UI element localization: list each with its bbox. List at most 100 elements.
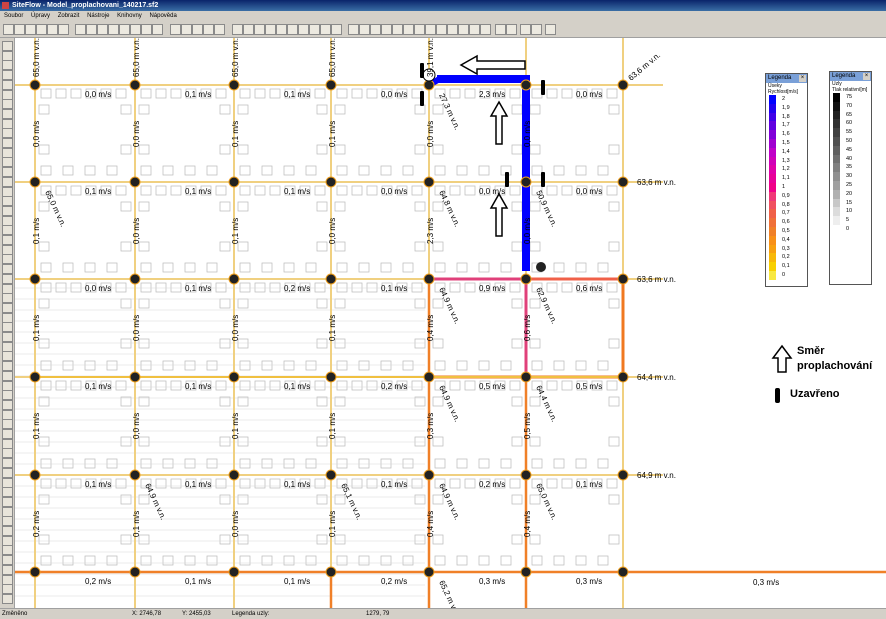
toolbar-tool-icon[interactable] [58, 24, 69, 35]
toolbar-tool-icon[interactable] [506, 24, 517, 35]
side-tool-icon[interactable] [2, 564, 13, 575]
side-tool-icon[interactable] [2, 89, 13, 100]
toolbar-tool-icon[interactable] [14, 24, 25, 35]
toolbar-tool-icon[interactable] [298, 24, 309, 35]
side-tool-icon[interactable] [2, 555, 13, 566]
side-tool-icon[interactable] [2, 118, 13, 129]
side-tool-icon[interactable] [2, 458, 13, 469]
toolbar-tool-icon[interactable] [152, 24, 163, 35]
toolbar-tool-icon[interactable] [403, 24, 414, 35]
toolbar-tool-icon[interactable] [531, 24, 542, 35]
toolbar-tool-icon[interactable] [381, 24, 392, 35]
side-tool-icon[interactable] [2, 79, 13, 90]
side-tool-icon[interactable] [2, 351, 13, 362]
toolbar-tool-icon[interactable] [545, 24, 556, 35]
toolbar-tool-icon[interactable] [392, 24, 403, 35]
toolbar-tool-icon[interactable] [520, 24, 531, 35]
toolbar-tool-icon[interactable] [243, 24, 254, 35]
toolbar-tool-icon[interactable] [276, 24, 287, 35]
side-tool-icon[interactable] [2, 147, 13, 158]
side-tool-icon[interactable] [2, 205, 13, 216]
toolbar-tool-icon[interactable] [97, 24, 108, 35]
toolbar-tool-icon[interactable] [47, 24, 58, 35]
side-tool-icon[interactable] [2, 409, 13, 420]
side-tool-icon[interactable] [2, 487, 13, 498]
toolbar-tool-icon[interactable] [265, 24, 276, 35]
side-tool-icon[interactable] [2, 380, 13, 391]
toolbar-tool-icon[interactable] [108, 24, 119, 35]
toolbar-tool-icon[interactable] [130, 24, 141, 35]
side-tool-icon[interactable] [2, 535, 13, 546]
menu-upravy[interactable]: Úpravy [31, 13, 50, 19]
toolbar-tool-icon[interactable] [86, 24, 97, 35]
toolbar-tool-icon[interactable] [469, 24, 480, 35]
toolbar-tool-icon[interactable] [170, 24, 181, 35]
side-tool-icon[interactable] [2, 41, 13, 51]
side-tool-icon[interactable] [2, 574, 13, 585]
menu-zobrazit[interactable]: Zobrazit [58, 13, 80, 19]
side-tool-icon[interactable] [2, 506, 13, 517]
side-tool-icon[interactable] [2, 312, 13, 323]
side-tool-icon[interactable] [2, 196, 13, 207]
network-canvas[interactable]: 0,0 m/s 0,1 m/s 0,1 m/s 0,0 m/s 2,3 m/s 0,0 m… [15, 38, 886, 608]
side-tool-icon[interactable] [2, 176, 13, 187]
toolbar-tool-icon[interactable] [232, 24, 243, 35]
toolbar-tool-icon[interactable] [359, 24, 370, 35]
side-tool-icon[interactable] [2, 186, 13, 197]
toolbar-tool-icon[interactable] [348, 24, 359, 35]
side-tool-icon[interactable] [2, 370, 13, 381]
toolbar-tool-icon[interactable] [36, 24, 47, 35]
toolbar-tool-icon[interactable] [458, 24, 469, 35]
toolbar-tool-icon[interactable] [495, 24, 506, 35]
toolbar-tool-icon[interactable] [480, 24, 491, 35]
side-tool-icon[interactable] [2, 244, 13, 255]
toolbar-tool-icon[interactable] [3, 24, 14, 35]
side-tool-icon[interactable] [2, 273, 13, 284]
side-tool-icon[interactable] [2, 332, 13, 342]
toolbar-tool-icon[interactable] [141, 24, 152, 35]
side-tool-icon[interactable] [2, 545, 13, 556]
toolbar-tool-icon[interactable] [25, 24, 36, 35]
side-tool-icon[interactable] [2, 60, 13, 71]
side-tool-icon[interactable] [2, 264, 13, 275]
side-tool-icon[interactable] [2, 526, 13, 536]
close-icon[interactable]: × [863, 73, 870, 80]
side-tool-icon[interactable] [2, 108, 13, 119]
toolbar-tool-icon[interactable] [436, 24, 447, 35]
side-tool-icon[interactable] [2, 593, 13, 604]
menu-nastroje[interactable]: Nástroje [87, 13, 109, 19]
side-tool-icon[interactable] [2, 477, 13, 488]
toolbar-tool-icon[interactable] [192, 24, 203, 35]
toolbar-tool-icon[interactable] [119, 24, 130, 35]
close-icon[interactable]: × [799, 75, 806, 82]
side-tool-icon[interactable] [2, 50, 13, 61]
side-tool-icon[interactable] [2, 283, 13, 294]
toolbar-tool-icon[interactable] [181, 24, 192, 35]
toolbar-tool-icon[interactable] [203, 24, 214, 35]
side-tool-icon[interactable] [2, 302, 13, 313]
side-tool-icon[interactable] [2, 399, 13, 410]
side-tool-icon[interactable] [2, 361, 13, 372]
side-tool-icon[interactable] [2, 138, 13, 148]
toolbar-tool-icon[interactable] [75, 24, 86, 35]
side-tool-icon[interactable] [2, 225, 13, 236]
side-tool-icon[interactable] [2, 128, 13, 139]
toolbar-tool-icon[interactable] [370, 24, 381, 35]
side-tool-icon[interactable] [2, 419, 13, 430]
toolbar-tool-icon[interactable] [425, 24, 436, 35]
side-tool-icon[interactable] [2, 254, 13, 265]
side-tool-icon[interactable] [2, 70, 13, 81]
toolbar-tool-icon[interactable] [287, 24, 298, 35]
side-tool-icon[interactable] [2, 429, 13, 439]
toolbar-tool-icon[interactable] [414, 24, 425, 35]
menu-knihovny[interactable]: Knihovny [117, 13, 142, 19]
side-tool-icon[interactable] [2, 293, 13, 304]
side-tool-icon[interactable] [2, 167, 13, 178]
menu-soubor[interactable]: Soubor [4, 13, 23, 19]
menu-napoveda[interactable]: Nápověda [149, 13, 176, 19]
side-tool-icon[interactable] [2, 438, 13, 449]
toolbar-tool-icon[interactable] [309, 24, 320, 35]
side-tool-icon[interactable] [2, 157, 13, 168]
toolbar-tool-icon[interactable] [254, 24, 265, 35]
toolbar-tool-icon[interactable] [320, 24, 331, 35]
